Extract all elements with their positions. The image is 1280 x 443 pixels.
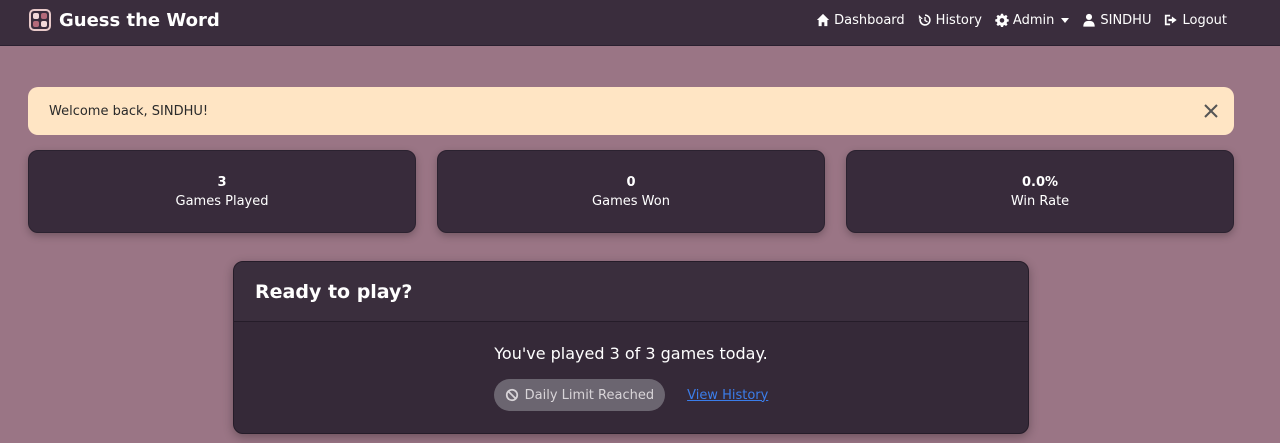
nav-admin-label: Admin: [1012, 12, 1055, 28]
nav-dashboard-label: Dashboard: [834, 12, 905, 28]
stat-value: 0: [626, 174, 636, 190]
stat-games-played: 3 Games Played: [28, 150, 416, 233]
stat-label: Win Rate: [1010, 193, 1070, 209]
nav-user[interactable]: SINDHU: [1082, 13, 1151, 28]
alert-message: Welcome back, SINDHU!: [49, 103, 209, 119]
close-icon: [1204, 104, 1218, 118]
nav-dashboard[interactable]: Dashboard: [816, 13, 905, 28]
play-card-header: Ready to play?: [234, 262, 1028, 322]
play-card: Ready to play? You've played 3 of 3 game…: [233, 261, 1029, 434]
nav-history-label: History: [935, 12, 982, 28]
stat-win-rate: 0.0% Win Rate: [846, 150, 1234, 233]
nav-links: Dashboard History Admin SINDHU Logout: [816, 0, 1227, 40]
alert-close-button[interactable]: [1202, 102, 1220, 120]
user-icon: [1083, 13, 1096, 27]
caret-down-icon: [1061, 17, 1070, 23]
play-card-body: You've played 3 of 3 games today. Daily …: [234, 322, 1028, 411]
stat-value: 3: [217, 174, 227, 190]
nav-logout[interactable]: Logout: [1164, 13, 1227, 28]
navbar: Guess the Word Dashboard History Admin S…: [0, 0, 1280, 46]
stat-label: Games Played: [175, 193, 269, 209]
app-title: Guess the Word: [59, 9, 220, 31]
daily-limit-label: Daily Limit Reached: [524, 387, 655, 403]
history-icon: [918, 14, 931, 26]
games-today-message: You've played 3 of 3 games today.: [494, 344, 768, 363]
nav-history[interactable]: History: [918, 13, 982, 28]
stat-value: 0.0%: [1021, 174, 1059, 190]
gear-icon: [995, 13, 1009, 27]
game-logo-icon: [29, 9, 51, 31]
stat-games-won: 0 Games Won: [437, 150, 825, 233]
home-icon: [817, 13, 830, 27]
daily-limit-button[interactable]: Daily Limit Reached: [493, 379, 666, 411]
play-actions: Daily Limit Reached View History: [493, 379, 768, 411]
welcome-alert: Welcome back, SINDHU!: [28, 87, 1234, 135]
nav-logout-label: Logout: [1182, 12, 1227, 28]
ban-icon: [505, 388, 518, 402]
play-card-title: Ready to play?: [255, 280, 413, 303]
view-history-link[interactable]: View History: [687, 388, 768, 403]
brand[interactable]: Guess the Word: [29, 9, 220, 31]
nav-admin-dropdown[interactable]: Admin: [995, 12, 1070, 28]
nav-user-label: SINDHU: [1100, 12, 1152, 28]
stat-label: Games Won: [592, 193, 670, 209]
logout-icon: [1165, 14, 1178, 26]
